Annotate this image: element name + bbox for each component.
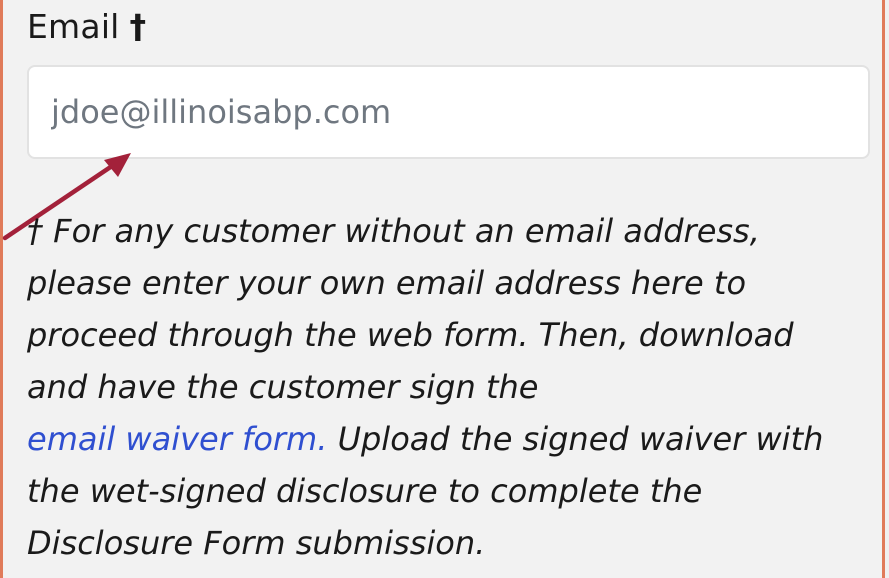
email-form-panel: Email† † For any customer without an ema… [0,0,885,578]
email-label: Email † [27,4,146,50]
note-line: proceed through the web form. Then, down… [27,316,794,354]
email-label-text: Email [27,7,120,46]
email-required-marker: † [129,7,147,46]
note-line: please enter your own email address here… [27,264,747,302]
note-line: email waiver form. Upload the signed wai… [27,413,877,465]
note-line: † For any customer without an email addr… [27,212,760,250]
email-input[interactable] [27,65,870,159]
note-line: and have the customer sign the [27,368,539,406]
note-line-text: Upload the signed waiver with [327,420,824,458]
email-help-note: † For any customer without an email addr… [27,205,877,569]
note-line: the wet-signed disclosure to complete th… [27,472,703,510]
email-waiver-form-link[interactable]: email waiver form. [27,420,327,458]
note-line: Disclosure Form submission. [27,524,486,562]
